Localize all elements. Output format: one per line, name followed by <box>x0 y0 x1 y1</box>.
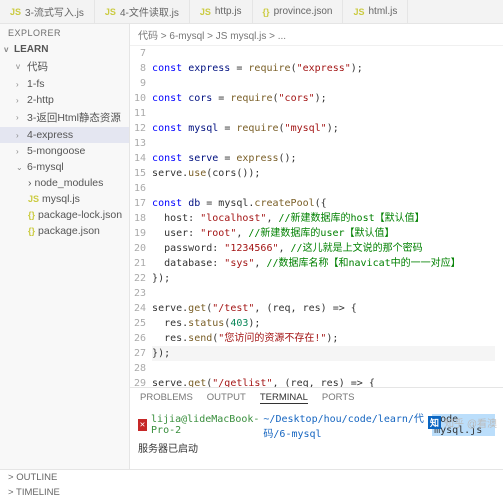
tree-item[interactable]: ›2-http <box>0 92 129 108</box>
tree-item[interactable]: {}package-lock.json <box>0 207 129 223</box>
tab-1[interactable]: JS4-文件读取.js <box>95 0 190 23</box>
file-icon: JS <box>105 7 116 17</box>
file-icon: {} <box>263 7 270 17</box>
tab-0[interactable]: JS3-流式写入.js <box>0 0 95 23</box>
project-header[interactable]: vLEARN <box>0 42 129 57</box>
tab-3[interactable]: {}province.json <box>253 0 344 23</box>
file-icon: JS <box>353 7 364 17</box>
file-icon: JS <box>10 7 21 17</box>
outline-section[interactable]: > OUTLINE <box>0 470 503 485</box>
panel-tab-terminal[interactable]: TERMINAL <box>260 392 308 404</box>
panel-tab-problems[interactable]: PROBLEMS <box>140 392 193 404</box>
tree-item[interactable]: {}package.json <box>0 223 129 239</box>
sidebar-bottom: > OUTLINE > TIMELINE <box>0 469 503 500</box>
tree-item[interactable]: ›4-express <box>0 127 129 143</box>
panel-tabs: PROBLEMS OUTPUT TERMINAL PORTS <box>130 388 503 408</box>
tree-item[interactable]: ›1-fs <box>0 76 129 92</box>
terminal-output: 服务器已启动 <box>138 440 495 455</box>
timeline-section[interactable]: > TIMELINE <box>0 485 503 500</box>
tree-item[interactable]: ⌄6-mysql <box>0 159 129 175</box>
tree-item[interactable]: ›node_modules <box>0 175 129 191</box>
folder-root[interactable]: v代码 <box>0 57 129 76</box>
close-icon[interactable]: ✕ <box>138 419 147 431</box>
watermark: 知知乎 @看澳 <box>428 415 497 430</box>
sidebar: EXPLORER vLEARN v代码 ›1-fs›2-http›3-返回Htm… <box>0 24 130 469</box>
editor-tabs: JS3-流式写入.jsJS4-文件读取.jsJShttp.js{}provinc… <box>0 0 503 24</box>
explorer-title: EXPLORER <box>0 24 129 42</box>
code-editor[interactable]: 7891011121314151617181920212223242526272… <box>130 46 503 387</box>
file-icon: JS <box>200 7 211 17</box>
tree-item[interactable]: JSmysql.js <box>0 191 129 207</box>
tree-item[interactable]: ›3-返回Html静态资源 <box>0 108 129 127</box>
panel-tab-ports[interactable]: PORTS <box>322 392 355 404</box>
tree-item[interactable]: ›5-mongoose <box>0 143 129 159</box>
breadcrumb[interactable]: 代码 > 6-mysql > JS mysql.js > ... <box>130 24 503 46</box>
panel-tab-output[interactable]: OUTPUT <box>207 392 246 404</box>
tab-2[interactable]: JShttp.js <box>190 0 253 23</box>
tab-4[interactable]: JShtml.js <box>343 0 408 23</box>
